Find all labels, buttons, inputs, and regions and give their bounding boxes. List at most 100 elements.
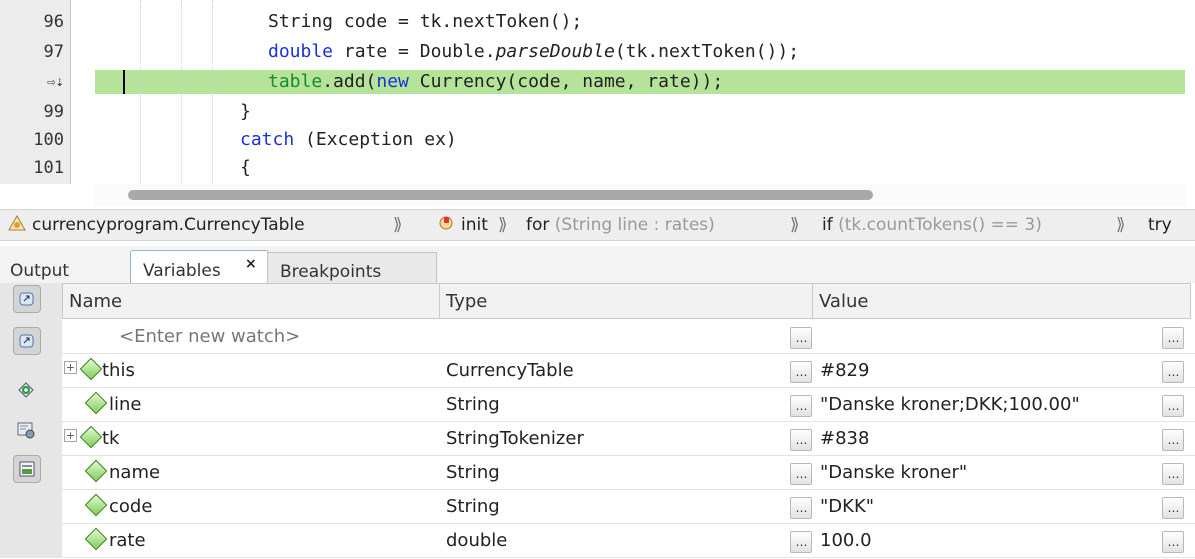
code-text: rate = Double. (333, 41, 496, 62)
keyword: catch (240, 129, 295, 150)
variable-type: String (446, 496, 500, 517)
debugger-toolbar (0, 283, 63, 558)
code-line[interactable]: } (240, 100, 1195, 124)
breadcrumb-separator: ⟫ (1116, 215, 1126, 235)
settings-icon[interactable] (13, 417, 39, 443)
current-line-marker-icon[interactable]: ⇨⇣ (0, 70, 64, 94)
code-line-current[interactable]: table.add(new Currency(code, name, rate)… (268, 70, 1195, 94)
new-watch-placeholder[interactable]: <Enter new watch> (119, 319, 300, 353)
field-variable-icon (79, 357, 103, 381)
ellipsis-button[interactable]: … (1162, 395, 1184, 417)
breadcrumb: currencyprogram.CurrencyTable ⟫ init ⟫ f… (0, 209, 1195, 241)
ellipsis-button[interactable]: … (1162, 531, 1184, 553)
variable-name: rate (109, 530, 146, 551)
code-line[interactable]: String code = tk.nextToken(); (268, 10, 1195, 34)
expand-toggle[interactable]: + (64, 429, 77, 442)
variables-table[interactable]: Name Type Value <Enter new watch> … … + … (62, 283, 1195, 558)
variable-value[interactable]: #829 (820, 353, 869, 387)
line-number: 99 (43, 102, 64, 122)
ellipsis-button[interactable]: … (790, 497, 812, 519)
breadcrumb-separator: ⟫ (393, 215, 403, 235)
table-row[interactable]: code String … "DKK" … (62, 489, 1195, 524)
breadcrumb-item-if[interactable]: if (tk.countTokens() == 3) (822, 210, 1042, 240)
breadcrumb-item-class[interactable]: currencyprogram.CurrencyTable (32, 210, 305, 240)
variable-type: CurrencyTable (446, 360, 574, 381)
table-row[interactable]: + this CurrencyTable … #829 … (62, 353, 1195, 388)
code-line[interactable]: double rate = Double.parseDouble(tk.next… (268, 40, 1195, 64)
code-line[interactable]: { (240, 156, 1195, 180)
table-row[interactable]: name String … "Danske kroner" … (62, 455, 1195, 490)
variable-type: String (446, 462, 500, 483)
indent-guide (140, 0, 141, 184)
breadcrumb-item-try[interactable]: try (1148, 210, 1172, 240)
code-text: Currency(code, name, rate)); (408, 71, 724, 92)
keyword: double (268, 41, 334, 62)
local-variable-icon (84, 527, 108, 551)
breadcrumb-separator: ⟫ (790, 215, 800, 235)
variable-value[interactable]: "DKK" (820, 489, 874, 523)
show-source-icon[interactable] (13, 455, 41, 483)
tab-variables[interactable]: Variables × (130, 250, 269, 284)
local-variable-icon (84, 459, 108, 483)
line-number: 96 (43, 12, 64, 32)
column-header-type[interactable]: Type (440, 283, 813, 319)
breadcrumb-separator: ⟫ (498, 215, 508, 235)
ellipsis-button[interactable]: … (790, 361, 812, 383)
variable-type: StringTokenizer (446, 428, 584, 449)
close-icon[interactable]: × (245, 247, 257, 281)
ellipsis-button[interactable]: … (1162, 327, 1184, 349)
table-row[interactable]: line String … "Danske kroner;DKK;100.00"… (62, 387, 1195, 422)
line-number: 97 (43, 42, 64, 62)
code-line[interactable]: catch (Exception ex) (240, 128, 1195, 152)
ellipsis-button[interactable]: … (790, 327, 812, 349)
local-variable-icon (84, 493, 108, 517)
ellipsis-button[interactable]: … (790, 531, 812, 553)
code-text: (Exception ex) (294, 129, 457, 150)
ellipsis-button[interactable]: … (790, 429, 812, 451)
code-editor[interactable]: 96 String code = tk.nextToken(); 97 doub… (0, 0, 1195, 206)
variable-value[interactable]: "Danske kroner" (820, 455, 967, 489)
indent-guide (181, 0, 182, 184)
breadcrumb-detail: (String line : rates) (549, 215, 715, 235)
table-row[interactable]: + tk StringTokenizer … #838 … (62, 421, 1195, 456)
ellipsis-button[interactable]: … (1162, 463, 1184, 485)
expand-toggle[interactable]: + (64, 361, 77, 374)
ellipsis-button[interactable]: … (790, 463, 812, 485)
column-header-value[interactable]: Value (813, 283, 1191, 319)
new-watch-row[interactable]: <Enter new watch> … … (62, 319, 1195, 354)
variable-value[interactable]: 100.0 (820, 523, 872, 557)
ellipsis-button[interactable]: … (1162, 497, 1184, 519)
code-text: String code = tk.nextToken(); (268, 11, 583, 32)
add-watch-icon[interactable] (13, 377, 39, 403)
table-row[interactable]: rate double … 100.0 … (62, 523, 1195, 558)
breadcrumb-keyword: for (526, 215, 550, 235)
debugger-icon[interactable] (13, 327, 41, 355)
ellipsis-button[interactable]: … (1162, 361, 1184, 383)
tab-output[interactable]: Output (0, 254, 126, 283)
ellipsis-button[interactable]: … (1162, 429, 1184, 451)
watch-icon[interactable] (13, 285, 41, 313)
text-caret (123, 70, 125, 94)
variable-type: double (446, 530, 508, 551)
horizontal-scrollbar-thumb[interactable] (128, 190, 873, 200)
code-text: } (240, 101, 251, 122)
class-icon (6, 210, 28, 240)
breadcrumb-item-method[interactable]: init (461, 210, 488, 240)
breadcrumb-item-for[interactable]: for (String line : rates) (526, 210, 715, 240)
variable-name: this (102, 360, 135, 381)
local-variable-icon (79, 425, 103, 449)
method-name: parseDouble (495, 41, 615, 62)
local-variable-icon (84, 391, 108, 415)
variable-value[interactable]: #838 (820, 421, 869, 455)
code-text: { (240, 157, 251, 178)
column-header-name[interactable]: Name (62, 283, 440, 319)
indent-guide (212, 0, 213, 184)
tab-bar: Output Variables × Breakpoints (0, 246, 1195, 284)
constructor-icon (437, 210, 457, 240)
ellipsis-button[interactable]: … (790, 395, 812, 417)
code-text: (tk.nextToken()); (614, 41, 800, 62)
variable-value[interactable]: "Danske kroner;DKK;100.00" (820, 387, 1080, 421)
tab-breakpoints[interactable]: Breakpoints (267, 252, 437, 284)
variable-name: tk (102, 428, 120, 449)
keyword: new (376, 71, 409, 92)
